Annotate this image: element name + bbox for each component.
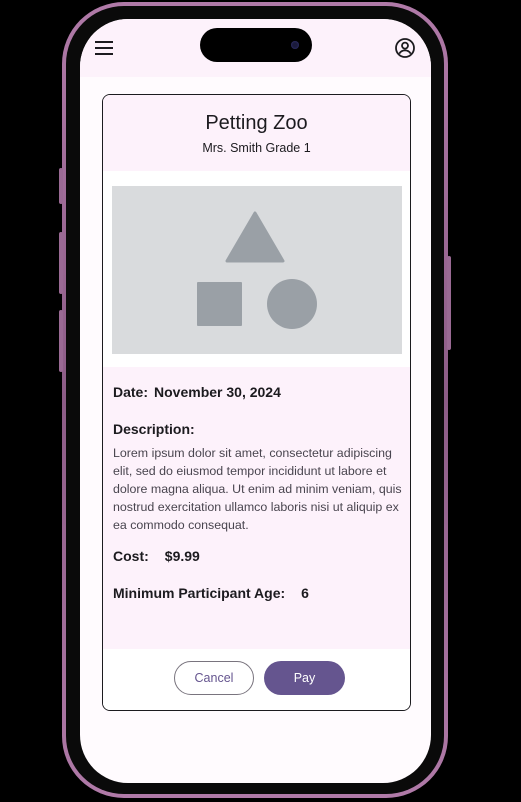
card-header: Petting Zoo Mrs. Smith Grade 1	[103, 95, 410, 171]
min-age-row: Minimum Participant Age: 6	[113, 585, 309, 603]
menu-button[interactable]	[92, 36, 116, 60]
account-circle-icon	[395, 38, 415, 58]
card-body: Date: November 30, 2024 Description: Lore…	[103, 367, 410, 649]
event-subtitle: Mrs. Smith Grade 1	[202, 141, 311, 155]
pay-button[interactable]: Pay	[264, 661, 345, 695]
cost-label: Cost:	[113, 548, 149, 564]
media-placeholder	[112, 186, 402, 354]
phone-side-button	[447, 256, 451, 350]
min-age-value: 6	[301, 585, 309, 601]
account-button[interactable]	[393, 36, 417, 60]
phone-screen: Petting Zoo Mrs. Smith Grade 1 Date: Nove…	[80, 19, 431, 783]
description-label: Description:	[113, 421, 195, 437]
card-actions: Cancel Pay	[103, 649, 410, 710]
shapes-placeholder-icon	[197, 211, 317, 329]
cost-row: Cost: $9.99	[113, 548, 200, 566]
event-title: Petting Zoo	[205, 112, 308, 134]
media-container	[103, 171, 410, 367]
date-label: Date:	[113, 384, 149, 400]
cost-value: $9.99	[164, 548, 200, 564]
phone-side-button	[59, 310, 63, 372]
event-card: Petting Zoo Mrs. Smith Grade 1 Date: Nove…	[102, 94, 411, 711]
date-value: November 30, 2024	[154, 384, 281, 400]
cancel-button[interactable]: Cancel	[174, 661, 254, 695]
phone-side-button	[59, 168, 63, 204]
camera-icon	[291, 41, 299, 49]
menu-icon	[95, 41, 113, 55]
date-row: Date: November 30, 2024	[113, 384, 281, 400]
top-app-bar	[80, 19, 431, 77]
phone-side-button	[59, 232, 63, 294]
description-text: Lorem ipsum dolor sit amet, consectetur …	[113, 446, 402, 532]
dynamic-island	[200, 28, 312, 62]
min-age-label: Minimum Participant Age:	[113, 585, 286, 601]
